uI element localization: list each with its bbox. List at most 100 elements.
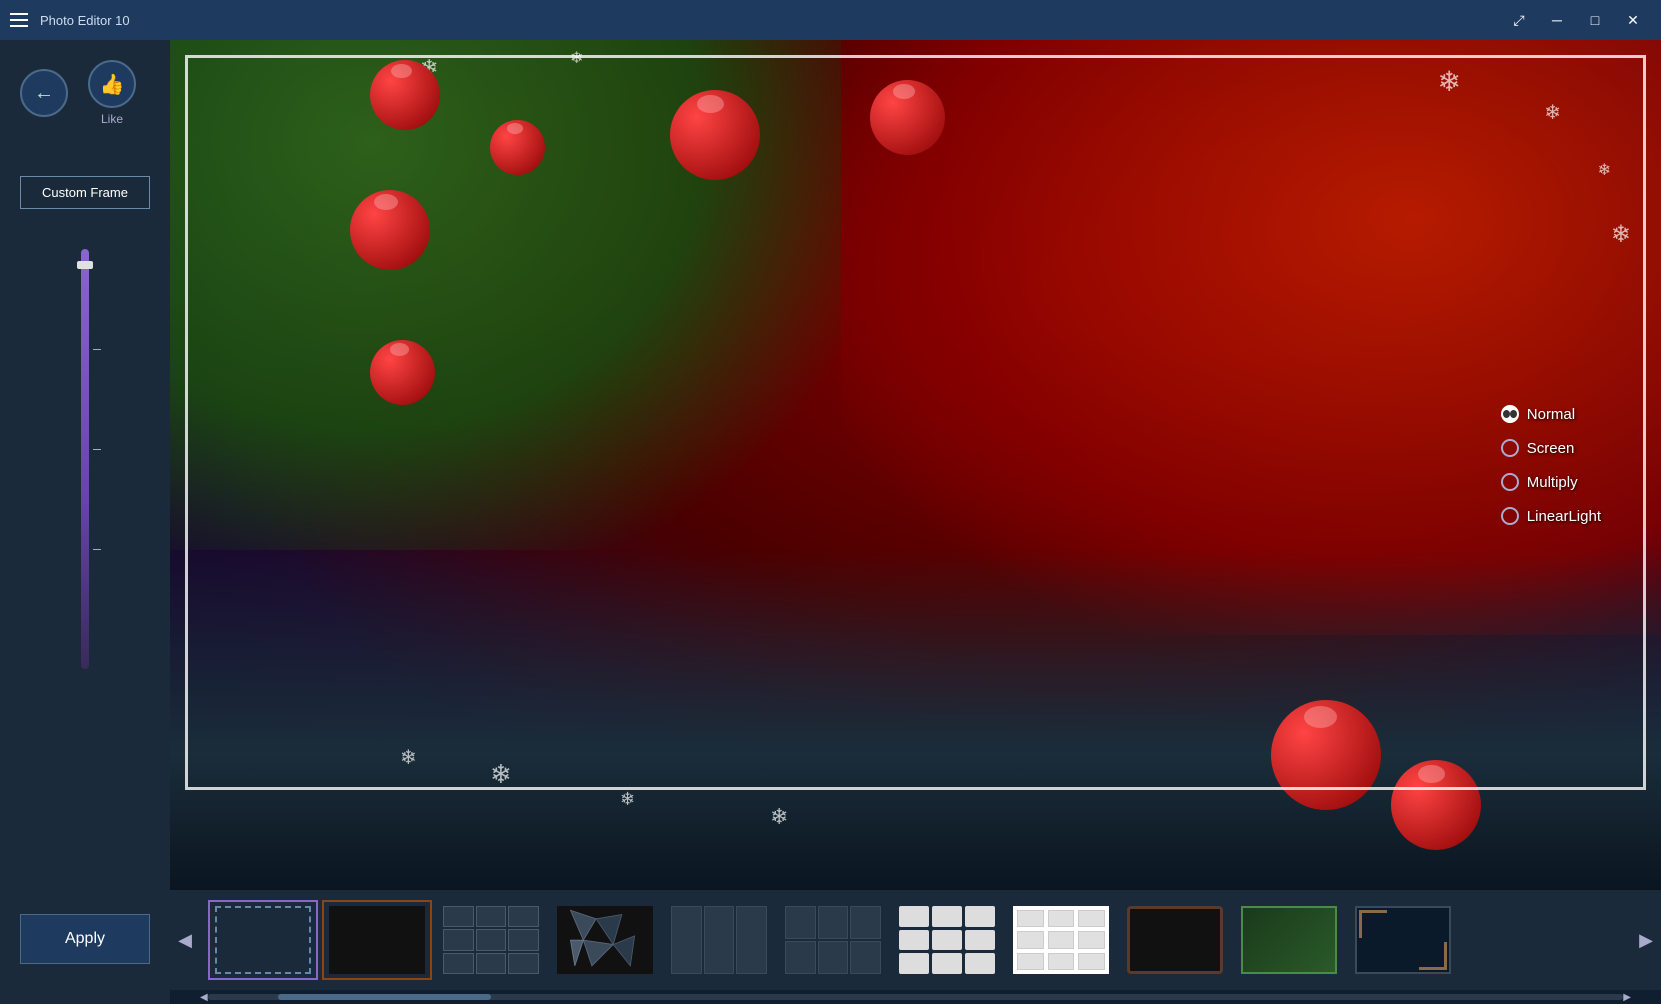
c1 <box>785 906 815 939</box>
scrollbar-track[interactable] <box>208 994 1624 1000</box>
g4 <box>443 929 473 950</box>
c3 <box>850 906 880 939</box>
thumb-2-dark <box>329 906 424 974</box>
thumb-5-strips <box>671 906 766 974</box>
scroll-left-button[interactable]: ◀ <box>170 895 200 985</box>
scrollbar-thumb[interactable] <box>278 994 490 1000</box>
like-label: Like <box>101 112 123 126</box>
p4 <box>899 930 929 951</box>
blend-radio-linearlight[interactable] <box>1501 507 1519 525</box>
thumb-6-grid <box>785 906 880 974</box>
c5 <box>818 941 848 974</box>
thumb-8-white-grid <box>1013 906 1108 974</box>
scroll-right-button[interactable]: ▶ <box>1631 895 1661 985</box>
thumb-7-puzzle <box>899 906 994 974</box>
shatter-svg <box>557 906 652 974</box>
blend-radio-multiply[interactable] <box>1501 473 1519 491</box>
thumbnail-3[interactable] <box>436 900 546 980</box>
g7 <box>443 953 473 974</box>
c4 <box>785 941 815 974</box>
sidebar-top: ← 👍 Like <box>0 60 170 126</box>
w4 <box>1017 931 1043 948</box>
thumb-2-content <box>324 902 430 978</box>
blend-option-normal[interactable]: Normal <box>1501 405 1601 423</box>
thumb-3-grid <box>443 906 538 974</box>
app-body: ← 👍 Like Custom Frame Apply <box>0 40 1661 1004</box>
thumb-1-dashed <box>215 906 310 974</box>
custom-frame-button[interactable]: Custom Frame <box>20 176 150 209</box>
slider-track[interactable] <box>81 249 89 669</box>
like-group: 👍 Like <box>88 60 136 126</box>
thumbnail-6[interactable] <box>778 900 888 980</box>
p5 <box>932 930 962 951</box>
apply-button[interactable]: Apply <box>20 914 150 964</box>
thumbnail-8[interactable] <box>1006 900 1116 980</box>
g3 <box>508 906 538 927</box>
forest-floor <box>170 550 1661 890</box>
slider-thumb[interactable] <box>77 261 93 269</box>
c6 <box>850 941 880 974</box>
blend-option-linearlight[interactable]: LinearLight <box>1501 507 1601 525</box>
blend-label-multiply: Multiply <box>1527 474 1578 491</box>
s2 <box>704 906 734 974</box>
thumb-10-xmas <box>1241 906 1336 974</box>
like-button[interactable]: 👍 <box>88 60 136 108</box>
w5 <box>1048 931 1074 948</box>
thumb-11-corner <box>1355 906 1450 974</box>
sidebar: ← 👍 Like Custom Frame Apply <box>0 40 170 1004</box>
thumb-1-content <box>210 902 316 978</box>
thumbnail-7[interactable] <box>892 900 1002 980</box>
app-title: Photo Editor 10 <box>40 13 1491 28</box>
thumbnail-5[interactable] <box>664 900 774 980</box>
thumb-7-content <box>894 902 1000 978</box>
back-icon: ← <box>34 82 54 105</box>
thumb-4-shatter <box>557 906 652 974</box>
back-button[interactable]: ← <box>20 69 68 117</box>
p1 <box>899 906 929 927</box>
thumbnail-1[interactable] <box>208 900 318 980</box>
g1 <box>443 906 473 927</box>
close-button[interactable]: ✕ <box>1615 5 1651 35</box>
blend-option-multiply[interactable]: Multiply <box>1501 473 1601 491</box>
thumb-4-content <box>552 902 658 978</box>
menu-icon[interactable] <box>10 10 30 30</box>
maximize-button[interactable]: □ <box>1577 5 1613 35</box>
blend-radio-screen[interactable] <box>1501 439 1519 457</box>
s3 <box>736 906 766 974</box>
thumb-9-content <box>1122 902 1228 978</box>
blend-option-screen[interactable]: Screen <box>1501 439 1601 457</box>
scrollbar-left-arrow[interactable]: ◀ <box>200 992 208 1003</box>
g2 <box>476 906 506 927</box>
g8 <box>476 953 506 974</box>
resize-button[interactable]: ⤢ <box>1501 5 1537 35</box>
pine-overlay <box>170 40 841 550</box>
g9 <box>508 953 538 974</box>
blend-mode-options: Normal Screen Multiply LinearLight <box>1501 405 1601 525</box>
w9 <box>1078 953 1104 970</box>
s1 <box>671 906 701 974</box>
thumbnail-scrollbar: ◀ ▶ <box>170 990 1661 1004</box>
photo-display: ❄ ❄ ❄ ❄ ❄ ❄ ❄ ❄ ❄ ❄ <box>170 40 1661 890</box>
slider-tick-2 <box>93 449 101 450</box>
w1 <box>1017 910 1043 927</box>
thumbnail-11[interactable] <box>1348 900 1458 980</box>
thumbnail-2[interactable] <box>322 900 432 980</box>
scrollbar-right-arrow[interactable]: ▶ <box>1623 992 1631 1003</box>
w3 <box>1078 910 1104 927</box>
opacity-slider-container <box>81 249 89 679</box>
blend-radio-normal[interactable] <box>1501 405 1519 423</box>
slider-tick-3 <box>93 549 101 550</box>
thumbnail-9[interactable] <box>1120 900 1230 980</box>
thumb-9-ornate <box>1127 906 1222 974</box>
blend-label-linearlight: LinearLight <box>1527 508 1601 525</box>
thumbnail-strip <box>200 895 1631 985</box>
thumbnail-4[interactable] <box>550 900 660 980</box>
w7 <box>1017 953 1043 970</box>
thumbnail-10[interactable] <box>1234 900 1344 980</box>
c2 <box>818 906 848 939</box>
minimize-button[interactable]: ─ <box>1539 5 1575 35</box>
thumb-10-content <box>1236 902 1342 978</box>
thumb-11-content <box>1350 902 1456 978</box>
p9 <box>965 953 995 974</box>
thumb-8-content <box>1008 902 1114 978</box>
